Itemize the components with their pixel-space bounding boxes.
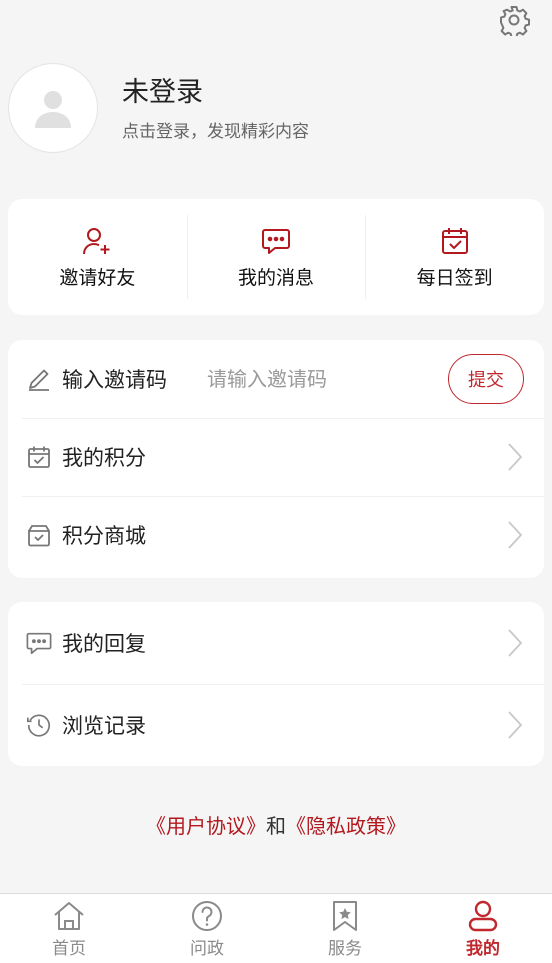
agreement-links: 《用户协议》和《隐私政策》	[0, 810, 552, 839]
account-list-card: 输入邀请码 提交 我的积分 积分商城	[8, 340, 544, 578]
user-agreement-link[interactable]: 《用户协议》	[146, 814, 266, 838]
invite-code-row: 输入邀请码 提交	[8, 340, 544, 418]
settings-gear-icon[interactable]	[498, 4, 530, 38]
quick-action-label: 邀请好友	[59, 266, 136, 289]
activity-list-card: 我的回复 浏览记录	[8, 602, 544, 766]
browse-history-row[interactable]: 浏览记录	[8, 684, 544, 766]
tab-home[interactable]: 首页	[0, 894, 138, 963]
history-clock-icon	[26, 712, 52, 738]
my-replies-label: 我的回复	[62, 632, 146, 656]
pencil-icon	[26, 366, 52, 392]
chevron-right-icon	[508, 521, 523, 549]
tab-services[interactable]: 服务	[276, 894, 414, 963]
tab-label: 首页	[52, 939, 86, 959]
daily-checkin-button[interactable]: 每日签到	[365, 199, 544, 315]
my-points-label: 我的积分	[62, 446, 146, 470]
add-user-icon	[83, 227, 110, 254]
points-calendar-icon	[26, 444, 52, 470]
profile-subtitle: 点击登录，发现精彩内容	[122, 121, 309, 142]
chevron-right-icon	[508, 629, 523, 657]
profile-header[interactable]: 未登录 点击登录，发现精彩内容	[8, 62, 544, 154]
chevron-right-icon	[508, 711, 523, 739]
user-icon	[468, 900, 498, 932]
my-points-row[interactable]: 我的积分	[8, 418, 544, 496]
submit-button[interactable]: 提交	[448, 354, 524, 404]
question-icon	[192, 901, 222, 931]
reply-chat-icon	[26, 630, 52, 656]
points-mall-row[interactable]: 积分商城	[8, 496, 544, 574]
browse-history-label: 浏览记录	[62, 714, 146, 738]
quick-action-label: 每日签到	[416, 266, 493, 289]
quick-actions-card: 邀请好友 我的消息 每日签到	[8, 199, 544, 315]
quick-action-label: 我的消息	[238, 266, 315, 289]
tab-mine[interactable]: 我的	[414, 894, 552, 963]
profile-name[interactable]: 未登录	[122, 75, 309, 111]
gift-box-icon	[26, 522, 52, 548]
bottom-tab-bar: 首页 问政 服务 我的	[0, 893, 552, 963]
invite-friends-button[interactable]: 邀请好友	[8, 199, 187, 315]
tab-label: 服务	[328, 939, 362, 959]
invite-code-input[interactable]	[207, 367, 377, 391]
my-replies-row[interactable]: 我的回复	[8, 602, 544, 684]
calendar-check-icon	[441, 227, 468, 254]
agreement-and-text: 和	[266, 814, 286, 838]
home-icon	[54, 902, 84, 930]
privacy-policy-link[interactable]: 《隐私政策》	[286, 814, 406, 838]
avatar[interactable]	[8, 63, 98, 153]
my-messages-button[interactable]: 我的消息	[186, 199, 366, 315]
invite-code-label: 输入邀请码	[62, 368, 167, 392]
chevron-right-icon	[508, 443, 523, 471]
points-mall-label: 积分商城	[62, 524, 146, 548]
tab-label: 我的	[466, 939, 500, 959]
tab-label: 问政	[190, 939, 224, 959]
bookmark-star-icon	[333, 901, 357, 931]
message-icon	[262, 228, 290, 254]
default-avatar-icon	[35, 91, 71, 128]
tab-wenzheng[interactable]: 问政	[138, 894, 276, 963]
